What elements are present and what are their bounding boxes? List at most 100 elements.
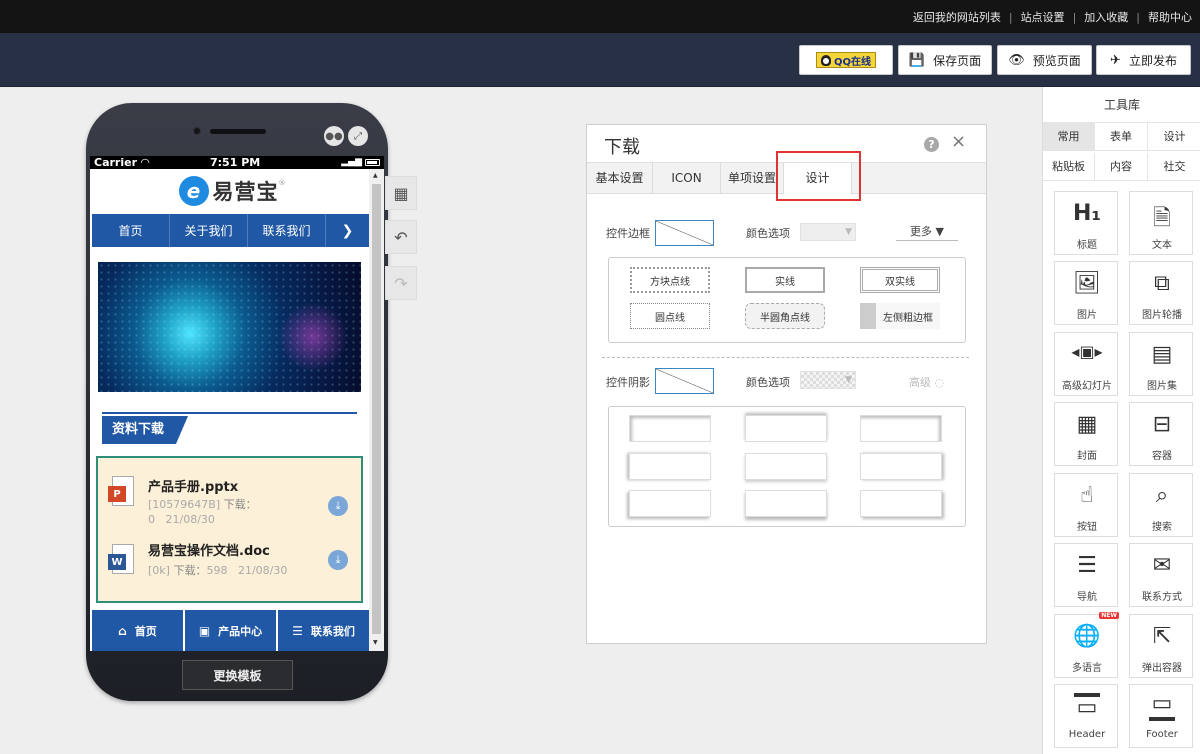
scroll-down-icon[interactable]: ▼ xyxy=(373,639,378,646)
shadow-option[interactable] xyxy=(745,415,827,442)
link-help-center[interactable]: 帮助中心 xyxy=(1148,9,1192,25)
border-option-round-dot[interactable]: 圆点线 xyxy=(630,303,710,329)
phone-menu-about[interactable]: 关于我们 xyxy=(170,214,248,247)
more-dropdown[interactable]: 更多 ▼ xyxy=(896,221,958,241)
tab-basic-settings[interactable]: 基本设置 xyxy=(587,163,653,194)
help-icon[interactable]: ? xyxy=(924,137,939,152)
globe-icon: 🌐 xyxy=(1073,624,1101,649)
lib-tab-form[interactable]: 表单 xyxy=(1095,123,1148,151)
download-list[interactable]: P 产品手册.pptx [10579647B] 下载： 0 21/08/30 ⤓… xyxy=(96,456,363,603)
border-option-square-dot[interactable]: 方块点线 xyxy=(630,267,710,293)
panel-title: 下载 xyxy=(604,137,640,158)
preview-page-button[interactable]: 👁 预览页面 xyxy=(997,45,1092,75)
border-option-solid[interactable]: 实线 xyxy=(745,267,825,293)
shadow-option[interactable] xyxy=(629,453,711,480)
shadow-swatch[interactable] xyxy=(655,368,714,394)
widget-contact[interactable]: ✉ 联系方式 xyxy=(1129,543,1193,607)
shadow-option[interactable] xyxy=(860,490,942,517)
shadow-option[interactable] xyxy=(629,490,711,517)
advanced-option[interactable]: 高级 ◌ xyxy=(909,374,944,390)
save-page-button[interactable]: 💾 保存页面 xyxy=(898,45,992,75)
widget-popup-container[interactable]: ⇱ 弹出容器 xyxy=(1129,614,1193,678)
banner-image[interactable] xyxy=(98,262,361,392)
footer-contact[interactable]: ☰ 联系我们 xyxy=(278,610,369,651)
border-swatch[interactable] xyxy=(655,220,714,246)
widget-search[interactable]: ⌕ 搜索 xyxy=(1129,473,1193,537)
link-site-settings[interactable]: 站点设置 xyxy=(1021,9,1065,25)
widget-heading[interactable]: H₁ 标题 xyxy=(1054,191,1118,255)
widget-navigation[interactable]: ☰ 导航 xyxy=(1054,543,1118,607)
redo-icon[interactable]: ↷ xyxy=(385,266,417,300)
border-option-double[interactable]: 双实线 xyxy=(860,267,940,293)
footer-home[interactable]: ⌂ 首页 xyxy=(92,610,183,651)
site-logo[interactable]: e 易营宝 ® xyxy=(90,169,374,213)
link-site-list[interactable]: 返回我的网站列表 xyxy=(913,9,1001,25)
border-color-select[interactable]: ▼ xyxy=(800,223,856,241)
border-option-half-round-dot[interactable]: 半圆角点线 xyxy=(745,303,825,329)
section-divider xyxy=(602,357,969,358)
widget-cover[interactable]: ▦ 封面 xyxy=(1054,402,1118,466)
widget-header[interactable]: ▭ Header xyxy=(1054,684,1118,748)
widget-footer[interactable]: ▭ Footer xyxy=(1129,684,1193,748)
top-links: 返回我的网站列表 | 站点设置 | 加入收藏 | 帮助中心 xyxy=(913,9,1192,25)
section-title: 资料下载 xyxy=(102,416,189,444)
shadow-option[interactable] xyxy=(860,453,942,480)
close-icon[interactable]: × xyxy=(951,131,966,152)
widget-label: 高级幻灯片 xyxy=(1062,381,1112,392)
download-icon[interactable]: ⤓ xyxy=(328,496,348,516)
search-icon: ⌕ xyxy=(1155,483,1169,508)
top-bar: 返回我的网站列表 | 站点设置 | 加入收藏 | 帮助中心 xyxy=(0,0,1200,33)
download-name[interactable]: 产品手册.pptx xyxy=(148,476,238,495)
widget-image[interactable]: 🖼 图片 xyxy=(1054,261,1118,325)
lib-tab-content[interactable]: 内容 xyxy=(1095,153,1148,181)
shadow-color-select[interactable]: ▼ xyxy=(800,371,856,389)
widget-container[interactable]: ⊟ 容器 xyxy=(1129,402,1193,466)
lib-tab-clipboard[interactable]: 粘贴板 xyxy=(1043,153,1095,181)
widget-label: 多语言 xyxy=(1072,663,1102,674)
tab-item-settings[interactable]: 单项设置 xyxy=(721,163,784,194)
widget-carousel[interactable]: ⧉ 图片轮播 xyxy=(1129,261,1193,325)
footer-products[interactable]: ▣ 产品中心 xyxy=(185,610,276,651)
lib-tab-social[interactable]: 社交 xyxy=(1148,153,1200,181)
widget-button[interactable]: ☝ 按钮 xyxy=(1054,473,1118,537)
link-add-favorite[interactable]: 加入收藏 xyxy=(1084,9,1128,25)
shadow-option[interactable] xyxy=(745,453,827,480)
publish-button[interactable]: ✈ 立即发布 xyxy=(1096,45,1191,75)
undo-icon[interactable]: ↶ xyxy=(385,220,417,254)
footer-contact-label: 联系我们 xyxy=(310,624,355,638)
phone-menu-contact[interactable]: 联系我们 xyxy=(248,214,326,247)
widget-slideshow[interactable]: ◂▣▸ 高级幻灯片 xyxy=(1054,332,1118,396)
shadow-label: 控件阴影 xyxy=(606,376,650,389)
panel-tabs: 基本设置 ICON 单项设置 设计 xyxy=(587,162,986,195)
widget-label: 封面 xyxy=(1077,451,1097,462)
tab-icon[interactable]: ICON xyxy=(653,163,721,194)
qq-online-button[interactable]: QQ在线 xyxy=(799,45,893,75)
widget-gallery[interactable]: ▤ 图片集 xyxy=(1129,332,1193,396)
widget-label: 弹出容器 xyxy=(1142,663,1182,674)
publish-label: 立即发布 xyxy=(1128,53,1177,68)
widget-multi-language[interactable]: 🌐 多语言 NEW xyxy=(1054,612,1119,678)
phone-menu-home[interactable]: 首页 xyxy=(92,214,170,247)
switch-template-button[interactable]: 更换模板 xyxy=(182,660,293,690)
qrcode-icon[interactable]: ▦ xyxy=(385,176,417,210)
shadow-option[interactable] xyxy=(745,490,827,517)
lib-tab-common[interactable]: 常用 xyxy=(1043,123,1095,151)
footer-layout-icon: ▭ xyxy=(1149,693,1175,721)
wechat-icon[interactable]: ●● xyxy=(324,126,344,146)
border-option-left-thick[interactable]: 左侧粗边框 xyxy=(860,303,940,329)
download-count-label: 下载： xyxy=(173,564,207,577)
phone-scrollbar[interactable]: ▲ ▼ xyxy=(369,169,384,651)
save-icon: 💾 xyxy=(908,52,926,68)
shadow-option[interactable] xyxy=(860,415,942,442)
lib-tab-design[interactable]: 设计 xyxy=(1148,123,1200,151)
stats-icon[interactable]: ⤢ xyxy=(348,126,368,146)
download-settings-panel: 下载 ? × 基本设置 ICON 单项设置 设计 控件边框 颜色选项 ▼ 更多 … xyxy=(586,124,987,644)
scroll-up-icon[interactable]: ▲ xyxy=(373,172,378,179)
download-name[interactable]: 易营宝操作文档.doc xyxy=(148,540,270,559)
phone-menu-more-chevron-icon[interactable]: ❯ xyxy=(326,214,369,247)
scroll-thumb[interactable] xyxy=(372,184,381,634)
download-icon[interactable]: ⤓ xyxy=(328,550,348,570)
shadow-option[interactable] xyxy=(629,415,711,442)
widget-text[interactable]: 🗎 文本 xyxy=(1129,191,1193,255)
tab-design[interactable]: 设计 xyxy=(784,163,852,195)
